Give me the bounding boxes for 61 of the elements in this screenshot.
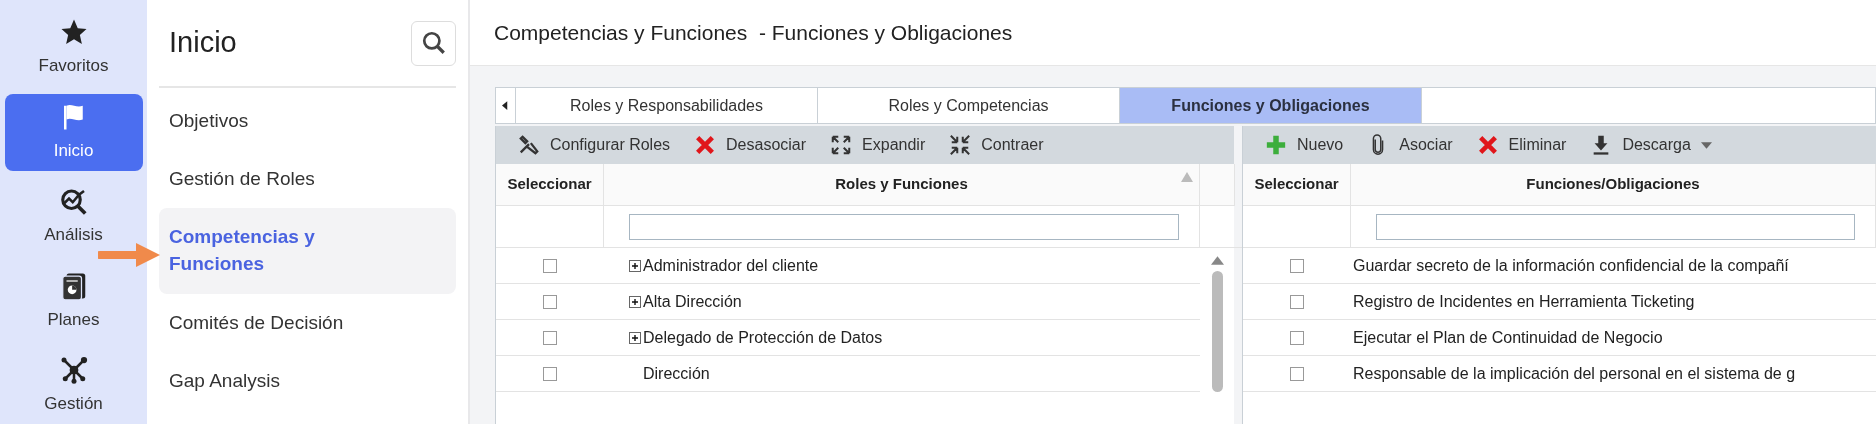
nav-item[interactable]: Planes (4, 263, 143, 340)
plus-icon (1265, 134, 1287, 156)
column-header: Funciones/Obligaciones (1351, 164, 1876, 206)
column-header: Seleccionar (1243, 164, 1351, 206)
toolbar-button[interactable]: Desasociar (684, 133, 817, 157)
row-label: Ejecutar el Plan de Continuidad de Negocio (1353, 327, 1663, 348)
column-header: Roles y Funciones (604, 164, 1200, 206)
collapse-icon (949, 134, 972, 156)
expand-icon (830, 134, 853, 156)
scrollbar-thumb[interactable] (1212, 271, 1223, 392)
sidebar-title: Inicio (169, 25, 237, 61)
search-button[interactable] (411, 20, 456, 66)
nav-item[interactable]: Análisis (4, 178, 143, 256)
row-label: Guardar secreto de la información confidencial de la compañí (1353, 255, 1789, 276)
pointer-arrow (98, 243, 160, 267)
filter-field[interactable] (1376, 213, 1855, 240)
tab[interactable]: Funciones y Obligaciones (1120, 88, 1422, 123)
sort-icon (1181, 172, 1193, 182)
toolbar-button[interactable]: Expandir (820, 133, 936, 157)
toolbar-button[interactable]: Asociar (1357, 133, 1463, 157)
toolbar-button[interactable]: Contraer (939, 133, 1054, 157)
nav-item[interactable]: Inicio (4, 94, 143, 171)
checkbox[interactable] (543, 258, 557, 273)
x-icon (694, 134, 717, 156)
checkbox[interactable] (1290, 330, 1304, 345)
tools-icon (518, 134, 540, 156)
expand-plus-icon (629, 331, 641, 344)
magnifier-chart-icon (58, 186, 89, 217)
row-label: Administrador del cliente (643, 255, 819, 276)
caret-icon (1700, 141, 1712, 149)
row-label: Registro de Incidentes en Herramienta Ticketing (1353, 291, 1695, 312)
row-label: Alta Dirección (643, 291, 742, 312)
toolbar-button[interactable]: Configurar Roles (508, 133, 681, 157)
checkbox[interactable] (543, 330, 557, 345)
checkbox[interactable] (1290, 294, 1304, 309)
scroll-up-icon (1211, 256, 1224, 265)
row-label: Delegado de Protección de Datos (643, 327, 883, 348)
row-label: Dirección (643, 363, 710, 384)
checkbox[interactable] (543, 294, 557, 309)
menu-item[interactable]: Comités de Decisión (159, 294, 456, 352)
menu-item[interactable]: Objetivos (159, 92, 456, 150)
checkbox[interactable] (1290, 366, 1304, 381)
expand-plus-icon (629, 259, 641, 272)
caret-left-icon (502, 101, 509, 110)
nav-item[interactable]: Favoritos (4, 10, 143, 87)
row-label: Responsable de la implicación del personal en el sistema de g (1353, 363, 1796, 384)
menu-item[interactable]: Competencias y Funciones (159, 208, 456, 294)
menu-item[interactable]: Gestión de Roles (159, 150, 456, 208)
nav-item[interactable]: Gestión (4, 347, 143, 424)
search-icon (420, 30, 447, 56)
expand-plus-icon (629, 295, 641, 308)
toolbar-button[interactable]: Eliminar (1466, 133, 1577, 157)
filter-field[interactable] (629, 213, 1179, 240)
toolbar-button[interactable]: Descarga (1580, 133, 1722, 157)
checkbox[interactable] (1290, 258, 1304, 273)
checkbox[interactable] (543, 366, 557, 381)
toolbar-button[interactable]: Nuevo (1255, 133, 1354, 157)
x-icon (1476, 134, 1499, 156)
menu-item[interactable]: Gap Analysis (159, 352, 456, 410)
page-title: Competencias y Funciones - Funciones y Obligaciones (470, 0, 1876, 66)
column-header: Seleccionar (496, 164, 604, 206)
